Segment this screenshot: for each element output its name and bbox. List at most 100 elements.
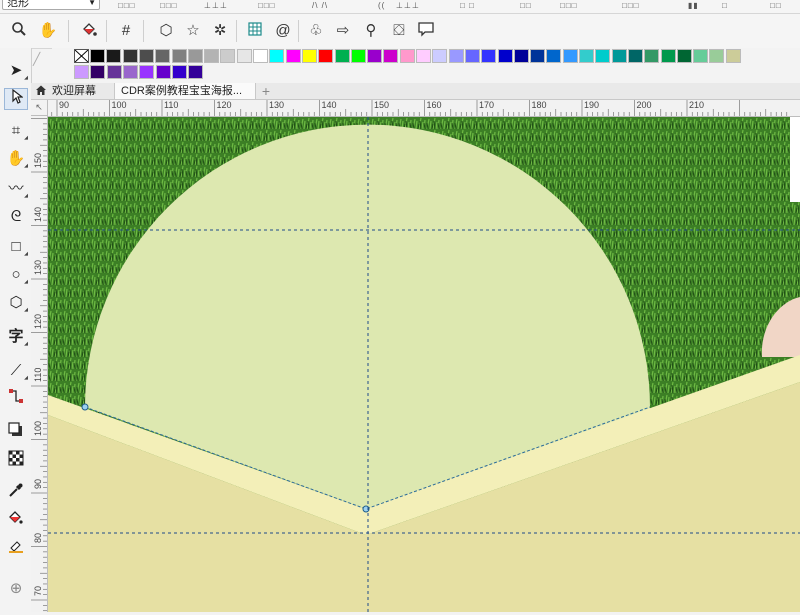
connector-tool-icon[interactable] <box>4 388 28 410</box>
zoom-icon[interactable] <box>8 21 30 41</box>
color-swatch[interactable] <box>318 49 334 63</box>
color-swatch[interactable] <box>562 49 578 63</box>
tab-document[interactable]: CDR案例教程宝宝海报... <box>114 83 256 99</box>
banner-shapes-icon[interactable]: ⛋ <box>388 21 410 41</box>
ruler-label: 100 <box>111 100 127 110</box>
no-color-swatch[interactable] <box>74 49 89 63</box>
color-swatch[interactable] <box>432 49 448 63</box>
color-swatch[interactable] <box>74 65 89 79</box>
ruler-origin[interactable]: ↖ <box>31 100 48 116</box>
style-combo-value: 范形 <box>7 0 29 9</box>
color-swatch[interactable] <box>204 49 220 63</box>
color-swatch[interactable] <box>90 49 105 63</box>
color-swatch[interactable] <box>334 49 350 63</box>
freehand-tool-icon[interactable]: 〰 ◢ <box>4 178 28 200</box>
text-tool-icon[interactable]: 字 ◢ <box>4 326 28 348</box>
ruler-label: 120 <box>33 313 43 329</box>
spiral-icon[interactable]: @ <box>272 21 294 41</box>
smart-fill-tool-icon[interactable] <box>4 538 28 560</box>
color-swatch[interactable] <box>122 65 138 79</box>
chevron-down-icon[interactable]: ▼ <box>88 0 96 11</box>
color-swatch[interactable] <box>106 49 122 63</box>
color-swatch[interactable] <box>676 49 692 63</box>
drawing-canvas[interactable] <box>48 117 800 612</box>
color-swatch[interactable] <box>399 49 415 63</box>
color-swatch[interactable] <box>464 49 480 63</box>
basic-shapes-icon[interactable]: ♧ <box>305 21 327 41</box>
color-swatch[interactable] <box>236 49 252 63</box>
color-swatch[interactable] <box>367 49 383 63</box>
color-swatch[interactable] <box>513 49 529 63</box>
color-swatch[interactable] <box>546 49 562 63</box>
color-swatch[interactable] <box>269 49 285 63</box>
add-tab-button[interactable]: + <box>257 83 275 99</box>
color-swatch[interactable] <box>155 49 171 63</box>
color-swatch[interactable] <box>90 65 106 79</box>
star-icon[interactable]: ☆ <box>182 21 204 41</box>
smart-drawing-tool-icon[interactable]: ᘓ <box>4 206 28 228</box>
photo-edge[interactable] <box>790 117 800 202</box>
pan-icon[interactable]: ✋ <box>37 21 59 41</box>
node-handle[interactable] <box>81 403 89 411</box>
drop-shadow-tool-icon[interactable] <box>4 422 28 444</box>
color-swatch[interactable] <box>188 65 204 79</box>
callout-shapes-icon[interactable] <box>415 21 437 41</box>
color-swatch[interactable] <box>579 49 594 63</box>
arrow-shapes-icon[interactable]: ⇨ <box>332 21 354 41</box>
color-swatch[interactable] <box>122 49 138 63</box>
interactive-fill-tool-icon[interactable] <box>4 510 28 532</box>
parallel-dimension-tool-icon[interactable]: ⟋ ◢ <box>4 360 28 382</box>
pick-tool-icon[interactable]: ➤ ◢ <box>4 60 28 82</box>
tab-welcome-screen[interactable]: 欢迎屏幕 <box>31 83 113 99</box>
color-swatch[interactable] <box>481 49 497 63</box>
color-swatch[interactable] <box>725 49 741 63</box>
polygon-tool-icon[interactable]: ⬡ ◢ <box>4 292 28 314</box>
ellipse-tool-icon[interactable]: ○ ◢ <box>4 264 28 286</box>
color-swatch[interactable] <box>171 65 187 79</box>
toolbar-partial-icon: □□□ <box>118 1 136 10</box>
rectangle-tool-icon[interactable]: □ ◢ <box>4 236 28 258</box>
crop-tool-icon[interactable]: ⌗ ◢ <box>4 120 28 142</box>
transparency-tool-icon[interactable] <box>4 450 28 472</box>
horizontal-ruler[interactable]: 90 100 110 120 130 140 150 160 170 180 190 200 210 <box>48 100 800 117</box>
color-swatch[interactable] <box>187 49 203 63</box>
color-swatch[interactable] <box>530 49 546 63</box>
color-swatch[interactable] <box>220 49 236 63</box>
grid-icon[interactable]: # <box>115 21 137 41</box>
vertical-ruler[interactable]: 150 140 130 120 110 100 90 80 70 <box>31 116 48 612</box>
interactive-fill-icon[interactable] <box>78 21 100 41</box>
color-swatch[interactable] <box>171 49 187 63</box>
ruler-label: 90 <box>33 478 43 489</box>
eyedropper-tool-icon[interactable] <box>4 482 28 504</box>
color-swatch[interactable] <box>709 49 725 63</box>
color-swatch[interactable] <box>383 49 399 63</box>
color-swatch[interactable] <box>155 65 171 79</box>
color-swatch[interactable] <box>139 65 155 79</box>
flowchart-shapes-icon[interactable]: ⚲ <box>360 21 382 41</box>
shape-tool-icon[interactable] <box>4 88 28 110</box>
color-swatch[interactable] <box>660 49 676 63</box>
color-swatch[interactable] <box>301 49 317 63</box>
color-swatch[interactable] <box>611 49 627 63</box>
color-swatch[interactable] <box>106 65 122 79</box>
graph-paper-icon[interactable] <box>244 21 266 41</box>
pan-tool-icon[interactable]: ✋ ◢ <box>4 148 28 170</box>
text-tool-glyph: 字 <box>8 328 24 345</box>
color-swatch[interactable] <box>644 49 660 63</box>
color-swatch[interactable] <box>350 49 366 63</box>
toolbar-partial-icon: □□ <box>520 1 532 10</box>
color-swatch[interactable] <box>595 49 611 63</box>
color-swatch[interactable] <box>253 49 268 63</box>
color-swatch[interactable] <box>627 49 643 63</box>
outline-pen-icon[interactable]: ╱ <box>33 52 53 74</box>
complex-star-icon[interactable]: ✲ <box>209 21 231 41</box>
color-swatch[interactable] <box>285 49 301 63</box>
color-swatch[interactable] <box>138 49 154 63</box>
polygon-icon[interactable]: ⬡ <box>155 21 177 41</box>
add-tool-icon[interactable]: ⊕ <box>4 578 28 600</box>
color-swatch[interactable] <box>416 49 431 63</box>
color-swatch[interactable] <box>497 49 513 63</box>
color-swatch[interactable] <box>693 49 709 63</box>
style-combo[interactable]: 范形 ▼ <box>2 0 100 10</box>
color-swatch[interactable] <box>448 49 464 63</box>
